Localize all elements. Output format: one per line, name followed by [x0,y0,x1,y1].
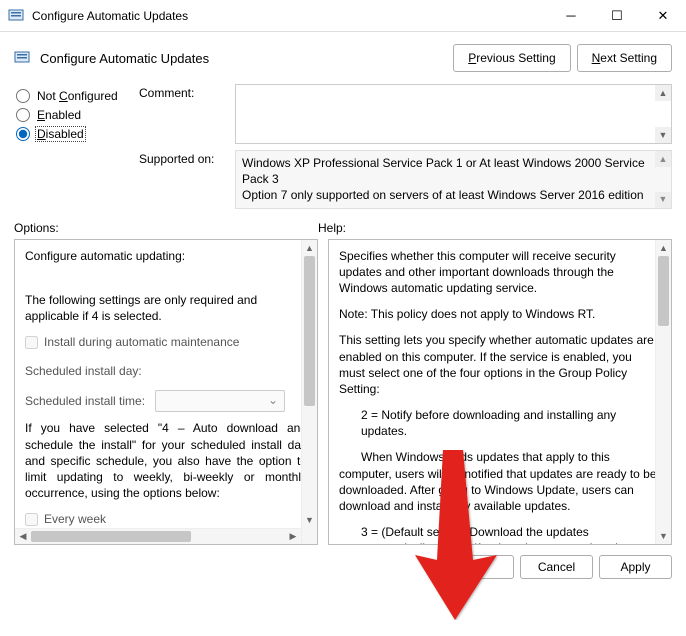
previous-setting-button[interactable]: Previous Setting [453,44,570,72]
every-week-checkbox[interactable]: Every week [25,511,307,527]
supported-text: Windows XP Professional Service Pack 1 o… [242,156,645,202]
help-text: When Windows finds updates that apply to… [339,449,661,514]
help-panel: Specifies whether this computer will rec… [328,239,672,545]
policy-title: Configure Automatic Updates [40,51,447,66]
scrollbar-thumb[interactable] [658,256,669,326]
policy-icon [14,50,30,66]
options-panel: Configure automatic updating: The follow… [14,239,318,545]
scroll-down-icon[interactable]: ▼ [656,528,671,544]
supported-on-box: Windows XP Professional Service Pack 1 o… [235,150,672,209]
radio-not-configured[interactable]: Not Configured [14,89,139,103]
title-bar: Configure Automatic Updates ─ ☐ ✕ [0,0,686,32]
radio-disabled[interactable]: Disabled [14,127,139,141]
scroll-up-icon[interactable]: ▲ [656,240,671,256]
install-during-maintenance-checkbox[interactable]: Install during automatic maintenance [25,334,307,350]
maximize-button[interactable]: ☐ [594,0,640,32]
help-text: Note: This policy does not apply to Wind… [339,306,661,322]
scroll-up-icon[interactable]: ▲ [655,151,671,167]
vertical-scrollbar[interactable]: ▲ ▼ [301,240,317,544]
next-setting-button[interactable]: Next Setting [577,44,672,72]
options-paragraph: If you have selected "4 – Auto download … [25,420,307,501]
configure-updating-label: Configure automatic updating: [25,248,307,264]
app-icon [8,8,24,24]
comment-label: Comment: [139,84,231,144]
scheduled-day-label: Scheduled install day: [25,363,155,379]
vertical-scrollbar[interactable]: ▲ ▼ [655,240,671,544]
dialog-buttons: OK Cancel Apply [0,545,686,589]
radio-enabled[interactable]: Enabled [14,108,139,122]
window-title: Configure Automatic Updates [32,9,548,23]
close-button[interactable]: ✕ [640,0,686,32]
help-text: Specifies whether this computer will rec… [339,248,661,297]
scrollbar-thumb[interactable] [304,256,315,406]
help-heading: Help: [318,221,346,235]
state-radio-group: Not Configured Enabled Disabled [14,84,139,209]
help-text: 3 = (Default setting) Download the updat… [339,524,661,543]
options-note: The following settings are only required… [25,292,307,324]
scroll-down-icon[interactable]: ▼ [655,192,671,208]
scroll-left-icon[interactable]: ◀ [15,529,31,544]
comment-textarea[interactable]: ▲ ▼ [235,84,672,144]
ok-button[interactable]: OK [441,555,514,579]
help-text: 2 = Notify before downloading and instal… [339,407,661,439]
scroll-down-icon[interactable]: ▼ [302,512,317,528]
cancel-button[interactable]: Cancel [520,555,593,579]
scheduled-time-dropdown[interactable] [155,390,285,412]
scroll-right-icon[interactable]: ▶ [285,529,301,544]
scroll-up-icon[interactable]: ▲ [302,240,317,256]
supported-label: Supported on: [139,150,231,209]
scheduled-time-label: Scheduled install time: [25,393,155,409]
scroll-down-icon[interactable]: ▼ [655,127,671,143]
options-heading: Options: [14,221,318,235]
apply-button[interactable]: Apply [599,555,672,579]
minimize-button[interactable]: ─ [548,0,594,32]
scrollbar-thumb[interactable] [31,531,191,542]
horizontal-scrollbar[interactable]: ◀ ▶ [15,528,301,544]
scroll-up-icon[interactable]: ▲ [655,85,671,101]
help-text: This setting lets you specify whether au… [339,332,661,397]
policy-header: Configure Automatic Updates Previous Set… [0,32,686,80]
